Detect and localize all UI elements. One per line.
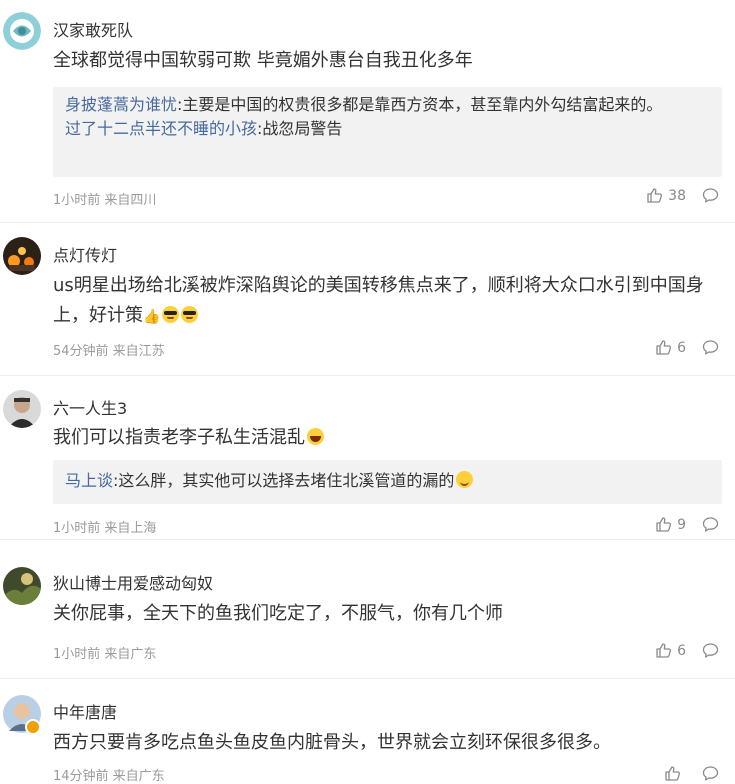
comment-actions: 6	[655, 339, 719, 356]
username[interactable]: 汉家敢死队	[53, 17, 133, 41]
laughing-emoji-icon	[307, 428, 324, 445]
comment-text: us明星出场给北溪被炸深陷舆论的美国转移焦点来了，顺利将大众口水引到中国身上，好…	[53, 271, 717, 332]
speech-bubble-icon[interactable]	[702, 642, 719, 659]
like-count: 38	[668, 187, 686, 204]
comment-text: 全球都觉得中国软弱可欺 毕竟媚外惠台自我丑化多年	[53, 50, 473, 71]
comment-meta: 54分钟前 来自江苏	[53, 344, 165, 359]
thumbs-up-outline-icon	[647, 188, 663, 203]
username[interactable]: 点灯传灯	[53, 242, 117, 266]
speech-bubble-icon[interactable]	[702, 765, 719, 782]
sunglasses-emoji-icon	[162, 306, 180, 323]
comment-item: 汉家敢死队 全球都觉得中国软弱可欺 毕竟媚外惠台自我丑化多年 身披蓬蒿为谁忧:主…	[0, 0, 735, 223]
reply-text: :战忽局警告	[257, 119, 343, 138]
like-button[interactable]: 38	[646, 187, 686, 204]
comment-actions: 6	[655, 642, 719, 659]
comment-text: 我们可以指责老李子私生活混乱	[53, 423, 717, 453]
username[interactable]: 狄山博士用爱感动匈奴	[53, 570, 213, 594]
thumbs-up-outline-icon	[665, 766, 681, 781]
comment-meta: 14分钟前 来自广东	[53, 769, 165, 784]
verified-badge-icon	[25, 719, 41, 735]
avatar[interactable]	[3, 567, 41, 605]
comment-meta: 1小时前 来自广东	[53, 647, 157, 662]
comment-meta: 1小时前 来自上海	[53, 521, 157, 536]
reply-username[interactable]: 过了十二点半还不睡的小孩	[65, 119, 257, 138]
reply-item: 马上谈:这么胖，其实他可以选择去堵住北溪管道的漏的	[53, 469, 722, 493]
comment-item: 六一人生3 我们可以指责老李子私生活混乱 马上谈:这么胖，其实他可以选择去堵住北…	[0, 376, 735, 540]
reply-username[interactable]: 马上谈	[65, 471, 113, 490]
comment-meta: 1小时前 来自四川	[53, 193, 157, 208]
reply-block[interactable]: 马上谈:这么胖，其实他可以选择去堵住北溪管道的漏的	[53, 460, 722, 504]
reply-text: :这么胖，其实他可以选择去堵住北溪管道的漏的	[113, 471, 455, 490]
like-count: 6	[677, 339, 686, 356]
like-button[interactable]: 6	[655, 642, 686, 659]
like-button[interactable]: 9	[655, 516, 686, 533]
comment-item: 中年唐唐 西方只要肯多吃点鱼头鱼皮鱼内脏骨头，世界就会立刻环保很多很多。 14分…	[0, 679, 735, 784]
reply-username[interactable]: 身披蓬蒿为谁忧	[65, 95, 177, 114]
avatar[interactable]	[3, 695, 41, 735]
comment-actions: 38	[646, 187, 719, 204]
comment-text: 西方只要肯多吃点鱼头鱼皮鱼内脏骨头，世界就会立刻环保很多很多。	[53, 732, 611, 753]
comment-feed: 汉家敢死队 全球都觉得中国软弱可欺 毕竟媚外惠台自我丑化多年 身披蓬蒿为谁忧:主…	[0, 0, 735, 784]
avatar[interactable]	[3, 237, 41, 275]
reply-block[interactable]: 身披蓬蒿为谁忧:主要是中国的权贵很多都是靠西方资本，甚至靠内外勾结富起来的。 过…	[53, 87, 722, 177]
sunglasses-emoji-icon	[181, 306, 199, 323]
comment-text-body: 我们可以指责老李子私生活混乱	[53, 427, 305, 448]
thumbs-up-outline-icon	[656, 517, 672, 532]
avatar[interactable]	[3, 390, 41, 428]
reply-item: 过了十二点半还不睡的小孩:战忽局警告	[53, 117, 722, 141]
smile-emoji-icon	[456, 471, 474, 488]
like-count: 6	[677, 642, 686, 659]
reply-text: :主要是中国的权贵很多都是靠西方资本，甚至靠内外勾结富起来的。	[177, 95, 663, 114]
comment-item: 狄山博士用爱感动匈奴 关你屁事，全天下的鱼我们吃定了，不服气，你有几个师 1小时…	[0, 540, 735, 679]
reply-item: 身披蓬蒿为谁忧:主要是中国的权贵很多都是靠西方资本，甚至靠内外勾结富起来的。	[53, 93, 722, 117]
comment-text: 关你屁事，全天下的鱼我们吃定了，不服气，你有几个师	[53, 603, 503, 624]
like-button[interactable]	[664, 765, 686, 782]
thumbs-up-outline-icon	[656, 643, 672, 658]
speech-bubble-icon[interactable]	[702, 516, 719, 533]
like-count: 9	[677, 516, 686, 533]
like-button[interactable]: 6	[655, 339, 686, 356]
speech-bubble-icon[interactable]	[702, 339, 719, 356]
username[interactable]: 六一人生3	[53, 395, 127, 419]
username[interactable]: 中年唐唐	[53, 699, 117, 723]
comment-item: 点灯传灯 us明星出场给北溪被炸深陷舆论的美国转移焦点来了，顺利将大众口水引到中…	[0, 223, 735, 376]
thumbs-up-emoji-icon: 👍	[143, 309, 161, 325]
comment-actions: 9	[655, 516, 719, 533]
speech-bubble-icon[interactable]	[702, 187, 719, 204]
comment-actions	[664, 765, 719, 782]
avatar[interactable]	[3, 12, 41, 50]
thumbs-up-outline-icon	[656, 340, 672, 355]
